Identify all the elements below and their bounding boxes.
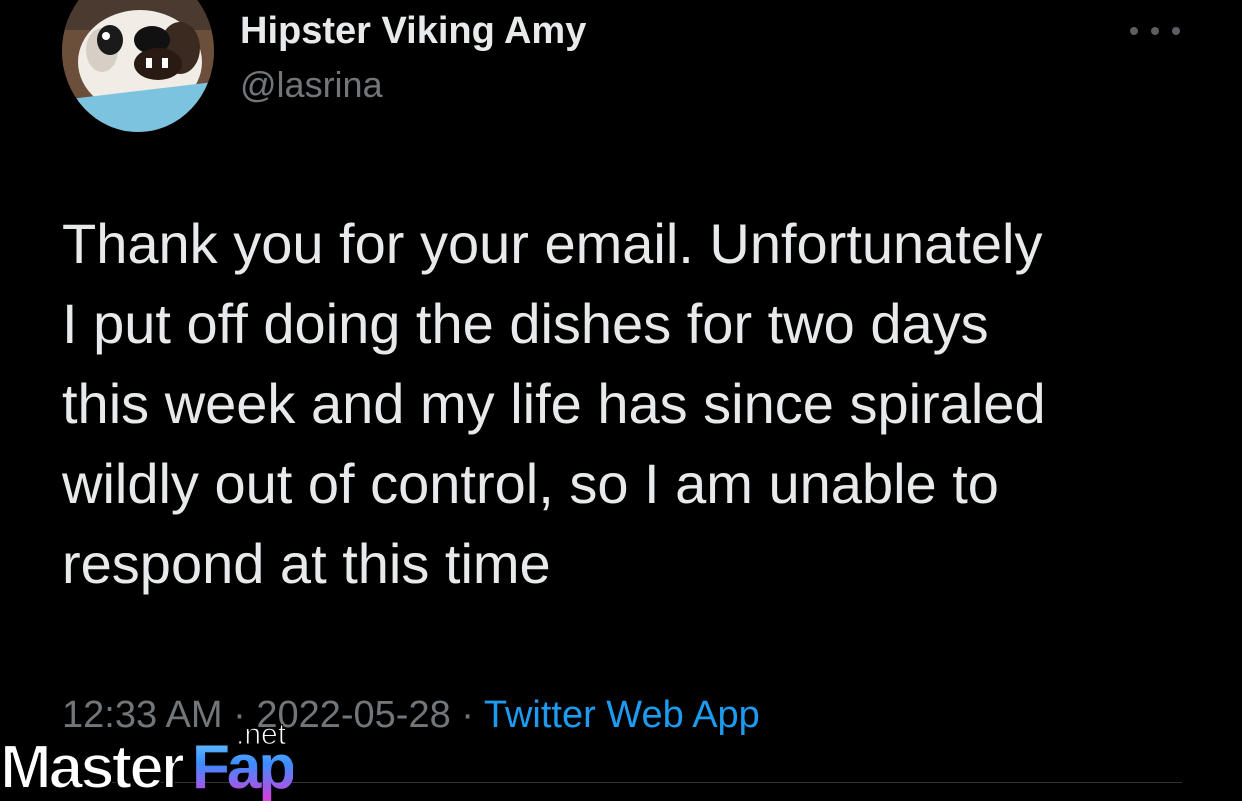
dog-avatar-image (62, 0, 214, 132)
display-name[interactable]: Hipster Viking Amy (240, 10, 586, 53)
ellipsis-icon (1172, 27, 1180, 35)
tweet-source-link[interactable]: Twitter Web App (484, 694, 760, 736)
more-options-button[interactable] (1130, 18, 1180, 44)
watermark-logo: Master Fap .net (0, 712, 320, 801)
ellipsis-icon (1151, 27, 1159, 35)
watermark-tld-text: .net (235, 718, 287, 752)
tweet-card: Hipster Viking Amy @lasrina Thank you fo… (0, 0, 1242, 801)
watermark-master-text: Master (0, 732, 186, 801)
ellipsis-icon (1130, 27, 1138, 35)
avatar[interactable] (62, 0, 214, 132)
user-handle[interactable]: @lasrina (240, 64, 383, 106)
tweet-text: Thank you for your email. Unfortunately … (62, 212, 1046, 595)
meta-separator: · (461, 694, 474, 736)
